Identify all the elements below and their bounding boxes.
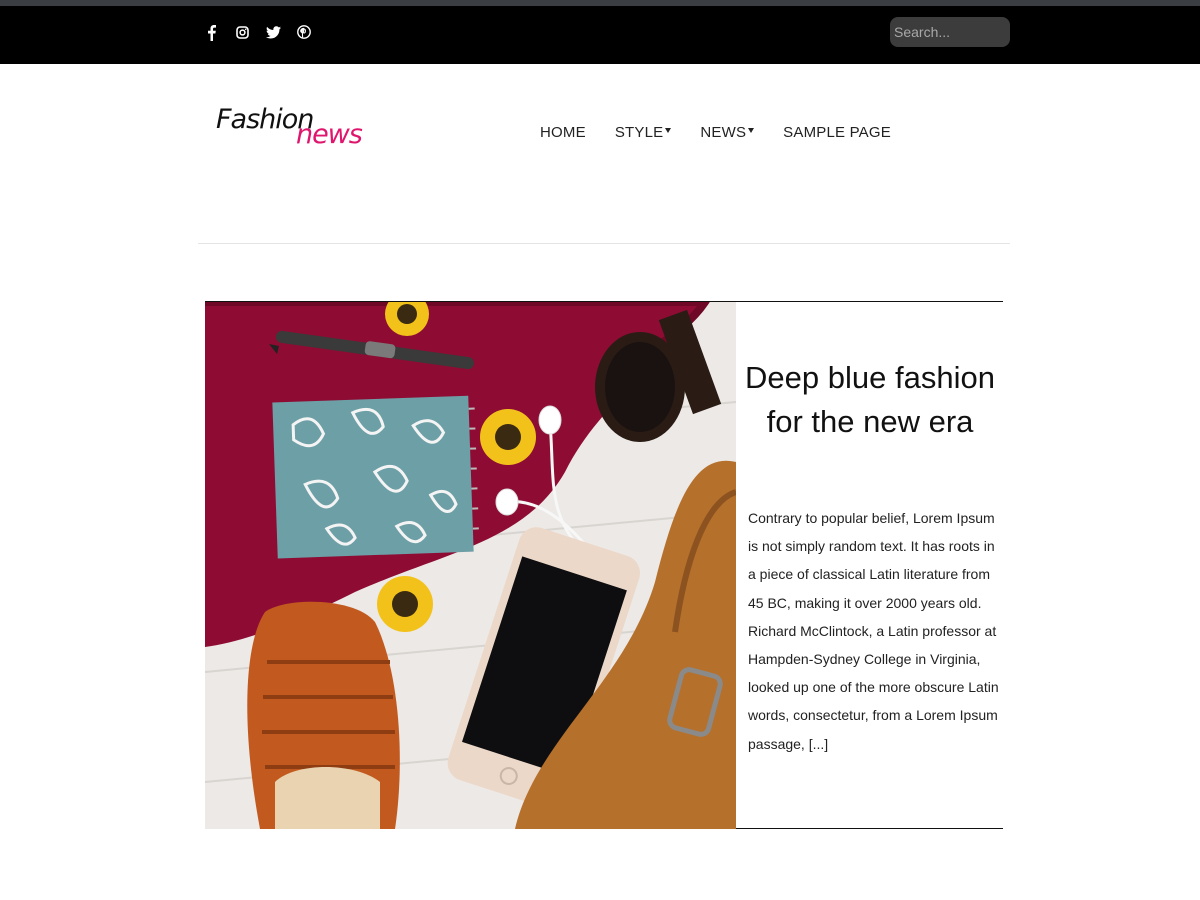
nav-style[interactable]: STYLE (615, 124, 672, 141)
nav-news[interactable]: NEWS (700, 124, 755, 141)
nav-home[interactable]: HOME (540, 124, 586, 141)
nav-sample-page-label: SAMPLE PAGE (783, 124, 891, 141)
dropdown-caret-icon (748, 127, 755, 133)
dropdown-caret-icon (665, 127, 672, 133)
twitter-icon[interactable] (265, 22, 281, 42)
nav-style-label: STYLE (614, 124, 664, 141)
nav-sample-page[interactable]: SAMPLE PAGE (783, 124, 891, 141)
site-logo[interactable]: Fashion news (216, 104, 376, 156)
featured-post: Deep blue fashion for the new era Contra… (205, 301, 1003, 829)
search-input[interactable] (890, 17, 1010, 47)
social-topbar (0, 6, 1200, 64)
instagram-icon[interactable] (234, 22, 250, 42)
facebook-icon[interactable] (203, 22, 219, 42)
post-excerpt: Contrary to popular belief, Lorem Ipsum … (748, 510, 999, 752)
logo-word-news: news (296, 119, 363, 150)
flatlay-photo (205, 302, 736, 829)
post-title[interactable]: Deep blue fashion for the new era (745, 356, 995, 444)
featured-post-image[interactable] (205, 302, 736, 829)
pinterest-icon[interactable] (296, 22, 312, 42)
main-nav: HOME STYLE NEWS SAMPLE PAGE (540, 124, 920, 141)
nav-home-label: HOME (540, 124, 586, 141)
social-links (203, 22, 327, 42)
header-divider (198, 243, 1010, 244)
nav-news-label: NEWS (700, 124, 747, 141)
